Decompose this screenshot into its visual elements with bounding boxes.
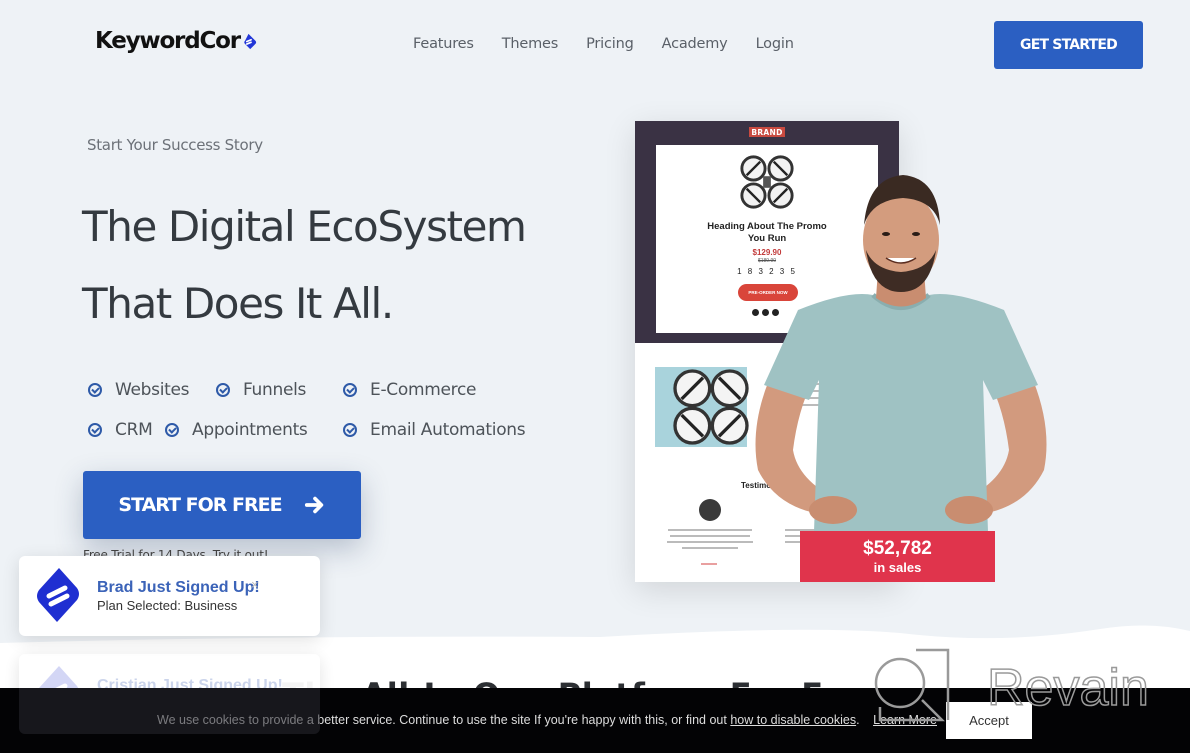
hero-headline: The Digital EcoSystem That Does It All. — [82, 188, 527, 342]
feature-label: CRM — [115, 420, 153, 440]
get-started-button[interactable]: GET STARTED — [994, 21, 1143, 69]
nav-pricing[interactable]: Pricing — [586, 36, 634, 52]
start-for-free-label: START FOR FREE — [118, 494, 282, 516]
feature-item: E-Commerce — [343, 380, 476, 400]
arrow-right-icon — [304, 496, 323, 514]
logo[interactable]: KeywordCor — [95, 28, 257, 54]
smiling-man-image — [755, 175, 1047, 532]
feature-item: CRM — [88, 420, 165, 440]
close-icon[interactable]: × — [251, 577, 259, 592]
notification-subtitle: Plan Selected: Business — [97, 598, 238, 613]
cookie-period: . — [856, 713, 860, 727]
nav-themes[interactable]: Themes — [502, 36, 559, 52]
brand-logo-icon — [37, 568, 79, 622]
notification-title: Brad Just Signed Up! — [97, 579, 260, 596]
testimonial-text — [665, 529, 755, 553]
start-for-free-button[interactable]: START FOR FREE — [83, 471, 361, 539]
logo-text: KeywordCor — [95, 28, 241, 54]
feature-item: Funnels — [216, 380, 343, 400]
main-nav: Features Themes Pricing Academy Login — [413, 36, 822, 52]
check-circle-icon — [343, 423, 357, 437]
nav-login[interactable]: Login — [756, 36, 794, 52]
testimonial-avatar — [699, 499, 721, 521]
check-circle-icon — [88, 383, 102, 397]
feature-label: E-Commerce — [370, 380, 477, 400]
accept-cookies-button[interactable]: Accept — [946, 702, 1032, 739]
testimonial-link — [701, 563, 717, 565]
brand-badge: BRAND — [749, 127, 785, 137]
sales-label: in sales — [873, 560, 922, 575]
feature-label: Appointments — [192, 420, 308, 440]
feature-item: Appointments — [165, 420, 343, 440]
feature-label: Email Automations — [370, 420, 526, 440]
check-circle-icon — [343, 383, 357, 397]
sales-badge: $52,782 in sales — [800, 531, 995, 582]
feature-label: Funnels — [243, 380, 307, 400]
nav-academy[interactable]: Academy — [662, 36, 728, 52]
logo-mark-icon — [244, 33, 257, 49]
learn-more-link[interactable]: Learn More — [873, 713, 937, 727]
check-circle-icon — [165, 423, 179, 437]
hero-eyebrow: Start Your Success Story — [87, 136, 263, 154]
check-circle-icon — [88, 423, 102, 437]
disable-cookies-link[interactable]: how to disable cookies — [730, 713, 856, 727]
feature-list: Websites Funnels E-Commerce CRM Appointm… — [88, 370, 526, 450]
notification-overlay — [19, 688, 320, 734]
headline-line-1: The Digital EcoSystem — [82, 202, 527, 251]
check-circle-icon — [216, 383, 230, 397]
feature-item: Email Automations — [343, 420, 526, 440]
headline-line-2: That Does It All. — [82, 279, 394, 328]
feature-label: Websites — [115, 380, 190, 400]
sales-amount: $52,782 — [863, 538, 932, 559]
nav-features[interactable]: Features — [413, 36, 474, 52]
signup-notification[interactable]: Brad Just Signed Up! Plan Selected: Busi… — [19, 556, 320, 636]
feature-item: Websites — [88, 380, 216, 400]
